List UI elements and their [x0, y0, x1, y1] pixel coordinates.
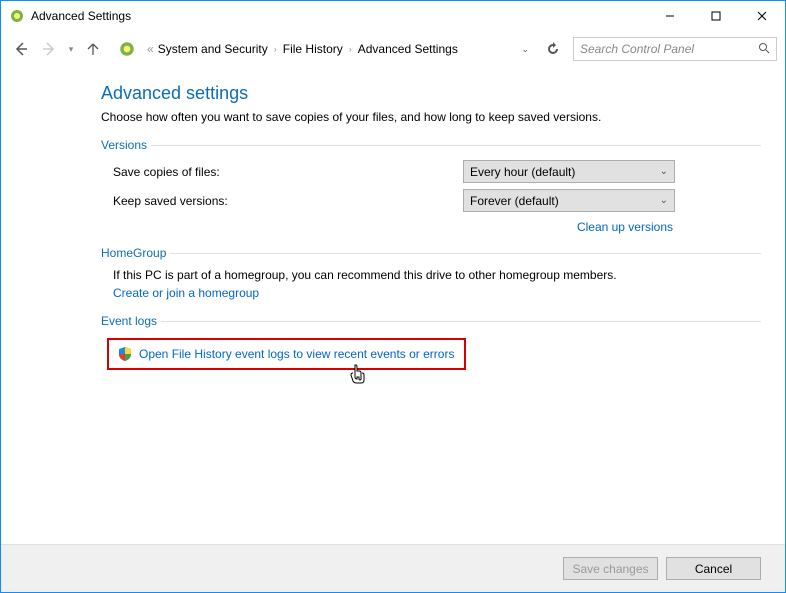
- refresh-button[interactable]: [541, 37, 565, 61]
- save-changes-button[interactable]: Save changes: [563, 557, 658, 580]
- search-icon: [758, 42, 770, 57]
- select-value: Forever (default): [470, 194, 559, 208]
- breadcrumb-item-1[interactable]: System and Security: [158, 42, 268, 56]
- chevron-right-icon: ›: [274, 44, 277, 54]
- content-area: Advanced settings Choose how often you w…: [101, 83, 761, 380]
- breadcrumb-item-3[interactable]: Advanced Settings: [358, 42, 458, 56]
- chevron-down-icon: ⌄: [660, 166, 668, 177]
- breadcrumb-overflow[interactable]: «: [147, 42, 154, 56]
- cleanup-versions-link[interactable]: Clean up versions: [577, 220, 673, 234]
- back-button[interactable]: [9, 37, 33, 61]
- select-value: Every hour (default): [470, 165, 575, 179]
- search-placeholder: Search Control Panel: [580, 42, 758, 56]
- up-button[interactable]: [81, 37, 105, 61]
- breadcrumb-item-2[interactable]: File History: [283, 42, 343, 56]
- group-title-versions: Versions: [101, 138, 151, 152]
- homegroup-info: If this PC is part of a homegroup, you c…: [101, 268, 761, 282]
- maximize-button[interactable]: [693, 1, 739, 31]
- save-copies-label: Save copies of files:: [113, 165, 463, 179]
- group-title-eventlogs: Event logs: [101, 314, 161, 328]
- group-versions: Versions Save copies of files: Every hou…: [101, 138, 761, 236]
- breadcrumb-dropdown-icon[interactable]: ⌄: [521, 44, 529, 55]
- divider: [170, 253, 761, 254]
- page-heading: Advanced settings: [101, 83, 761, 104]
- divider: [151, 145, 761, 146]
- close-button[interactable]: [739, 1, 785, 31]
- keep-versions-label: Keep saved versions:: [113, 194, 463, 208]
- group-eventlogs: Event logs Open File History event logs …: [101, 314, 761, 370]
- titlebar: Advanced Settings: [1, 1, 785, 31]
- breadcrumb[interactable]: « System and Security › File History › A…: [147, 42, 537, 56]
- navigation-bar: ▾ « System and Security › File History ›…: [1, 31, 785, 67]
- shield-icon: [117, 346, 133, 362]
- eventlogs-link[interactable]: Open File History event logs to view rec…: [139, 347, 454, 361]
- minimize-button[interactable]: [647, 1, 693, 31]
- page-subtitle: Choose how often you want to save copies…: [101, 110, 761, 124]
- eventlogs-highlight-box: Open File History event logs to view rec…: [107, 338, 466, 370]
- control-panel-icon: [9, 8, 25, 24]
- forward-button[interactable]: [37, 37, 61, 61]
- recent-dropdown-icon[interactable]: ▾: [65, 44, 77, 55]
- window-title: Advanced Settings: [31, 9, 647, 23]
- search-input[interactable]: Search Control Panel: [573, 37, 777, 61]
- cancel-button[interactable]: Cancel: [666, 557, 761, 580]
- keep-versions-select[interactable]: Forever (default) ⌄: [463, 189, 675, 212]
- footer: Save changes Cancel: [1, 544, 785, 592]
- address-bar-icon[interactable]: [117, 39, 137, 59]
- divider: [161, 321, 761, 322]
- chevron-down-icon: ⌄: [660, 195, 668, 206]
- group-title-homegroup: HomeGroup: [101, 246, 170, 260]
- save-copies-select[interactable]: Every hour (default) ⌄: [463, 160, 675, 183]
- homegroup-link[interactable]: Create or join a homegroup: [113, 286, 259, 300]
- group-homegroup: HomeGroup If this PC is part of a homegr…: [101, 246, 761, 302]
- chevron-right-icon: ›: [349, 44, 352, 54]
